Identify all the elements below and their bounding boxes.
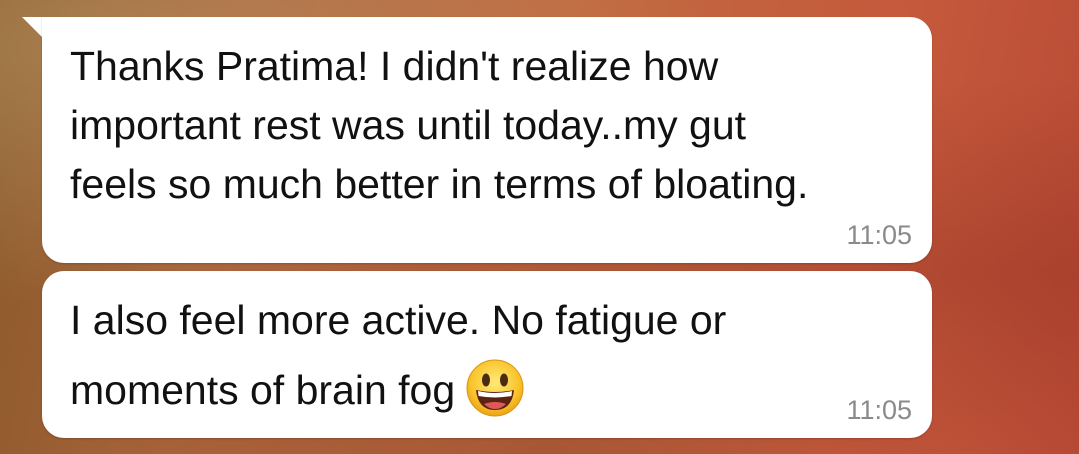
message-timestamp: 11:05: [846, 395, 912, 425]
message-line: moments of brain fog: [70, 367, 456, 413]
message-text: I also feel more active. No fatigue or m…: [70, 285, 910, 425]
message-text: Thanks Pratima! I didn't realize how imp…: [70, 37, 910, 214]
incoming-message-bubble[interactable]: Thanks Pratima! I didn't realize how imp…: [42, 17, 932, 263]
message-timestamp: 11:05: [846, 220, 912, 250]
incoming-message-bubble[interactable]: I also feel more active. No fatigue or m…: [42, 271, 932, 438]
bubble-tail: [22, 17, 44, 39]
message-line: important rest was until today..my gut: [70, 102, 747, 148]
grinning-face-emoji: [465, 358, 525, 418]
message-line: Thanks Pratima! I didn't realize how: [70, 43, 719, 89]
message-line: I also feel more active. No fatigue or: [70, 297, 727, 343]
message-line: feels so much better in terms of bloatin…: [70, 161, 809, 207]
